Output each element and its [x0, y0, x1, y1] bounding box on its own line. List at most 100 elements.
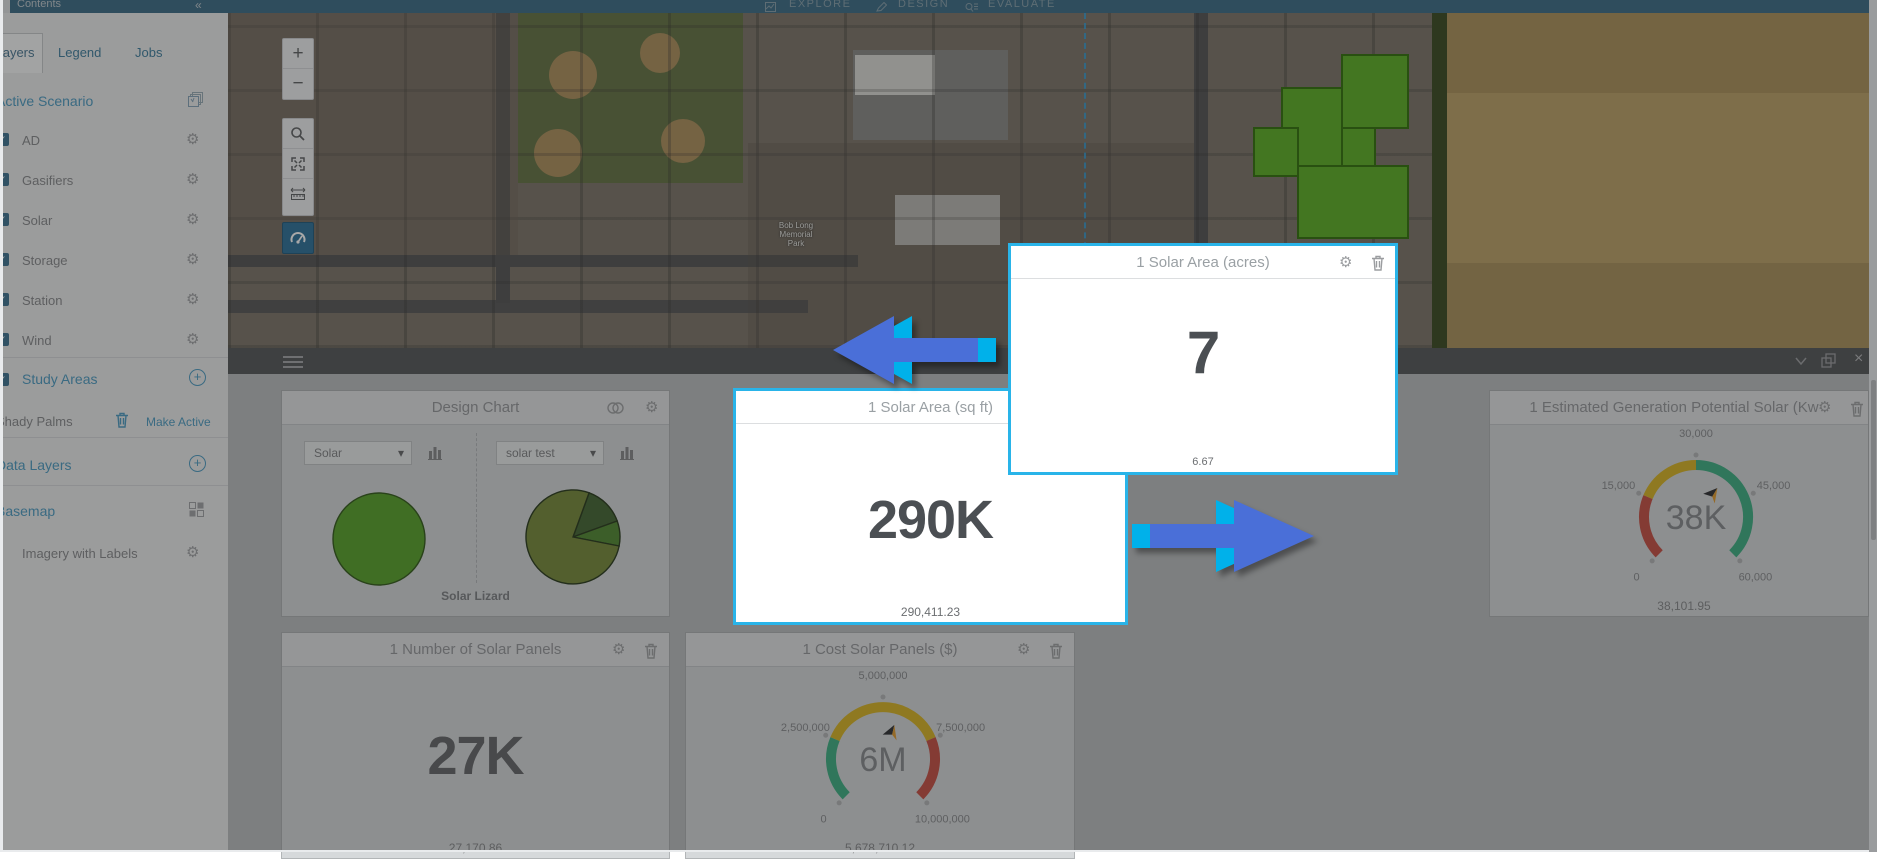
vertical-scrollbar[interactable] — [1869, 0, 1877, 852]
svg-text:2,500,000: 2,500,000 — [781, 722, 830, 734]
chevron-down-icon: ▾ — [590, 442, 596, 464]
indicator-value: 27K — [282, 725, 669, 787]
tab-jobs[interactable]: Jobs — [135, 45, 162, 60]
zoom-in-button[interactable]: + — [283, 39, 313, 69]
panel-title: 1 Solar Area (acres) — [1011, 246, 1395, 279]
gauge-cost: 02,500,0005,000,0007,500,00010,000,0006M — [713, 641, 1053, 846]
layer-gear-icon[interactable]: ⚙ — [186, 292, 199, 307]
indicator-detail-value: 27,170.86 — [282, 841, 669, 855]
chevron-down-icon: ▾ — [398, 442, 404, 464]
header-corner-gap — [3, 0, 10, 13]
data-layers-header: Data Layers — [3, 457, 71, 473]
indicator-detail-value: 6.67 — [1011, 456, 1395, 468]
layer-gear-icon[interactable]: ⚙ — [186, 212, 199, 227]
layer-label: Wind — [22, 333, 52, 348]
panel-gear-icon[interactable]: ⚙ — [1339, 255, 1352, 271]
map-field-strip — [1447, 263, 1869, 348]
bar-chart-type-icon[interactable] — [428, 445, 444, 465]
dashboard-toggle-button[interactable] — [282, 222, 314, 254]
study-areas-checkbox[interactable]: ✓ — [3, 373, 9, 386]
panel-gear-icon[interactable]: ⚙ — [645, 400, 658, 416]
layer-checkbox[interactable]: ✓ — [3, 133, 9, 146]
zoom-out-button[interactable]: − — [283, 69, 313, 99]
restore-dashboard-icon[interactable] — [1820, 352, 1838, 375]
design-icon — [876, 1, 887, 13]
chart-caption: Solar Lizard — [282, 589, 669, 603]
explore-icon — [765, 1, 776, 13]
active-scenario-header: Active Scenario — [3, 93, 93, 109]
scrollbar-thumb[interactable] — [1871, 380, 1876, 540]
solar-area-acres-panel: 1 Solar Area (acres) ⚙ 7 6.67 — [1008, 243, 1398, 475]
map-park-label: Bob LongMemorialPark — [766, 221, 826, 248]
bar-chart-type-icon[interactable] — [620, 445, 636, 465]
menu-design[interactable]: DESIGN — [898, 0, 949, 10]
measure-button[interactable] — [283, 179, 313, 209]
full-extent-button[interactable] — [283, 149, 313, 179]
layer-gear-icon[interactable]: ⚙ — [186, 132, 199, 147]
layer-gear-icon[interactable]: ⚙ — [186, 252, 199, 267]
layer-gear-icon[interactable]: ⚙ — [186, 332, 199, 347]
gauge-detail-value: 5,678,710.12 — [686, 841, 1074, 855]
menu-evaluate[interactable]: EVALUATE — [988, 0, 1056, 10]
layer-checkbox[interactable]: ✓ — [3, 253, 9, 266]
indicator-detail-value: 290,411.23 — [736, 605, 1125, 619]
panel-trash-icon[interactable] — [1371, 255, 1385, 275]
layer-checkbox[interactable]: ✓ — [3, 173, 9, 186]
svg-text:7,500,000: 7,500,000 — [936, 722, 985, 734]
number-of-solar-panels-panel: 1 Number of Solar Panels ⚙ 27K 27,170.86 — [281, 632, 670, 859]
layer-checkbox[interactable]: ✓ — [3, 213, 9, 226]
solar-design-polygons[interactable] — [1243, 49, 1423, 254]
basemap-gear-icon[interactable]: ⚙ — [186, 545, 199, 560]
layer-label: Solar — [22, 213, 52, 228]
panel-title: Contents — [17, 0, 61, 10]
layer-gear-icon[interactable]: ⚙ — [186, 172, 199, 187]
evaluate-icon — [965, 1, 978, 13]
gauge-estimated-generation: 015,00030,00045,00060,00038K — [1526, 399, 1866, 604]
svg-text:30,000: 30,000 — [1679, 428, 1713, 440]
search-button[interactable] — [283, 119, 313, 149]
cost-solar-panels-panel: 1 Cost Solar Panels ($) ⚙ 02,500,0005,00… — [685, 632, 1075, 859]
divider — [3, 485, 228, 486]
map-tone-block — [228, 13, 518, 255]
panel-header: 1 Solar Area (acres) ⚙ — [1011, 246, 1395, 279]
tab-legend[interactable]: Legend — [58, 45, 101, 60]
svg-text:5,000,000: 5,000,000 — [859, 670, 908, 682]
svg-text:60,000: 60,000 — [1739, 571, 1773, 583]
duplicate-scenario-icon[interactable] — [188, 91, 204, 112]
dashboard-menu-icon[interactable] — [283, 353, 303, 371]
panel-trash-icon[interactable] — [644, 643, 658, 663]
add-data-layer-button[interactable]: + — [189, 455, 206, 472]
panel-gear-icon[interactable]: ⚙ — [612, 642, 625, 658]
tab-layers[interactable]: Layers — [3, 33, 43, 73]
contents-panel: Layers Legend Jobs Active Scenario ✓AD⚙ … — [3, 13, 228, 850]
svg-text:0: 0 — [1634, 571, 1640, 583]
page-edge-left — [0, 0, 3, 852]
chart-field-select-left[interactable]: Solar▾ — [304, 441, 412, 465]
annotation-arrow-left — [826, 314, 1016, 398]
layer-label: Gasifiers — [22, 173, 73, 188]
make-active-link[interactable]: Make Active — [146, 415, 211, 429]
indicator-value: 290K — [736, 489, 1125, 551]
layer-label: Storage — [22, 253, 68, 268]
collapse-panel-icon[interactable]: « — [195, 0, 202, 12]
panel-title: 1 Number of Solar Panels — [282, 633, 669, 666]
close-dashboard-icon[interactable]: × — [1854, 350, 1863, 368]
map-tools — [282, 118, 314, 216]
pie-chart-toggle-icon[interactable] — [607, 401, 624, 419]
pie-chart-solar — [331, 491, 427, 592]
layer-label: AD — [22, 133, 40, 148]
svg-text:45,000: 45,000 — [1757, 480, 1791, 492]
chart-field-select-right[interactable]: solar test▾ — [496, 441, 604, 465]
layer-checkbox[interactable]: ✓ — [3, 333, 9, 346]
map-field-strip — [1447, 13, 1869, 93]
layer-checkbox[interactable]: ✓ — [3, 293, 9, 306]
collapse-dashboard-icon[interactable] — [1793, 353, 1809, 374]
svg-text:0: 0 — [821, 813, 827, 825]
indicator-value: 7 — [1011, 318, 1395, 387]
delete-study-area-icon[interactable] — [115, 412, 129, 433]
basemap-gallery-icon[interactable] — [189, 502, 204, 522]
zoom-control: + − — [282, 38, 314, 100]
add-study-area-button[interactable]: + — [189, 369, 206, 386]
menu-explore[interactable]: EXPLORE — [789, 0, 851, 10]
annotation-arrow-right — [1132, 496, 1322, 580]
